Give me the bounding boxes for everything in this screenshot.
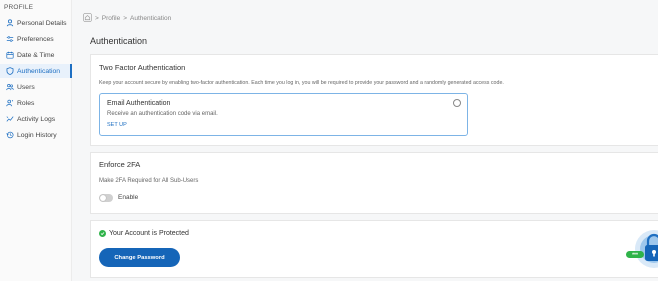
check-circle-icon <box>99 230 106 237</box>
protection-status: Your Account is Protected <box>99 230 189 237</box>
breadcrumb-separator: > <box>123 14 128 22</box>
sidebar-heading: PROFILE <box>4 4 34 11</box>
email-authentication-radio[interactable] <box>453 99 461 107</box>
svg-text:***: *** <box>632 252 638 258</box>
sidebar-item-label: Personal Details <box>17 19 67 27</box>
email-authentication-option[interactable]: Email Authentication Receive an authenti… <box>99 93 468 136</box>
home-icon[interactable] <box>83 12 92 24</box>
enforce-2fa-description: Make 2FA Required for All Sub-Users <box>99 178 199 184</box>
calendar-icon <box>3 51 17 59</box>
sidebar-item-login-history[interactable]: Login History <box>0 128 72 142</box>
email-authentication-title: Email Authentication <box>107 100 171 107</box>
enable-toggle[interactable] <box>99 194 113 202</box>
shield-icon <box>3 67 17 75</box>
sidebar-item-users[interactable]: Users <box>0 80 72 94</box>
breadcrumb-separator: > <box>95 14 99 22</box>
two-factor-card: Two Factor Authentication Keep your acco… <box>90 54 658 146</box>
enforce-2fa-card: Enforce 2FA Make 2FA Required for All Su… <box>90 152 658 214</box>
change-password-button[interactable]: Change Password <box>99 248 180 267</box>
protection-status-text: Your Account is Protected <box>109 230 189 237</box>
two-factor-description: Keep your account secure by enabling two… <box>99 80 504 86</box>
enable-toggle-label: Enable <box>118 194 139 201</box>
two-factor-title: Two Factor Authentication <box>99 63 186 72</box>
roles-icon <box>3 99 17 107</box>
user-icon <box>3 19 17 27</box>
sidebar-item-label: Date & Time <box>17 51 55 59</box>
account-protection-card: Your Account is Protected Change Passwor… <box>90 220 658 278</box>
email-authentication-description: Receive an authentication code via email… <box>107 111 218 117</box>
toggle-knob <box>100 195 106 201</box>
main-content: > Profile > Authentication Authenticatio… <box>72 0 658 281</box>
sidebar-item-label: Preferences <box>17 35 54 43</box>
breadcrumb-item-authentication: Authentication <box>130 14 172 22</box>
sidebar-item-label: Users <box>17 83 35 91</box>
users-icon <box>3 83 17 91</box>
sidebar-item-label: Authentication <box>17 67 61 75</box>
enforce-2fa-title: Enforce 2FA <box>99 160 141 169</box>
sliders-icon <box>3 35 17 43</box>
breadcrumb: > Profile > Authentication <box>83 12 172 24</box>
sidebar-item-activity-logs[interactable]: Activity Logs <box>0 112 72 126</box>
sidebar-item-personal-details[interactable]: Personal Details <box>0 16 72 30</box>
sidebar-item-authentication[interactable]: Authentication <box>0 64 72 78</box>
sidebar-item-date-time[interactable]: Date & Time <box>0 48 72 62</box>
setup-link[interactable]: SET UP <box>107 122 127 128</box>
page-title: Authentication <box>90 36 148 46</box>
sidebar-item-preferences[interactable]: Preferences <box>0 32 72 46</box>
sidebar-item-label: Roles <box>17 99 35 107</box>
history-icon <box>3 131 17 139</box>
breadcrumb-item-profile[interactable]: Profile <box>102 15 120 22</box>
padlock-security-icon: *** <box>626 230 658 268</box>
sidebar-item-label: Login History <box>17 131 57 139</box>
activity-icon <box>3 115 17 123</box>
sidebar: PROFILE Personal Details Preferences Dat… <box>0 0 72 281</box>
sidebar-item-label: Activity Logs <box>17 115 56 123</box>
sidebar-item-roles[interactable]: Roles <box>0 96 72 110</box>
